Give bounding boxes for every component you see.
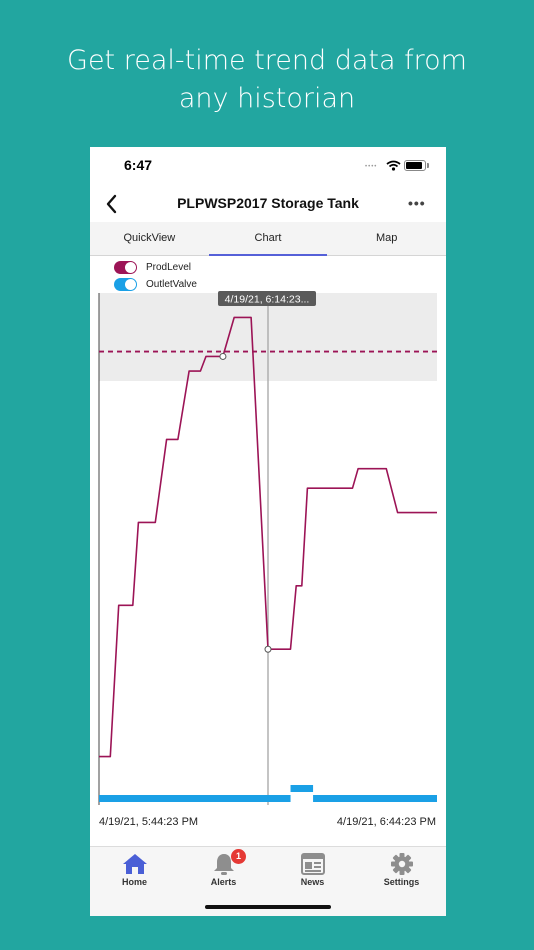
home-indicator	[205, 905, 331, 909]
alerts-badge: 1	[231, 849, 246, 864]
tab-settings[interactable]: Settings	[357, 847, 446, 916]
tab-chart[interactable]: Chart	[208, 222, 328, 256]
signal-icon: ••••	[365, 164, 378, 170]
legend-label-prodlevel: ProdLevel	[146, 262, 192, 273]
navbar: PLPWSP2017 Storage Tank •••	[90, 187, 446, 221]
phone-screen: 6:47 •••• PLPWSP2017 Storage Tank ••• Qu…	[90, 147, 446, 916]
status-time: 6:47	[124, 157, 153, 173]
tab-alerts-label: Alerts	[210, 877, 237, 887]
cursor-label: 4/19/21, 6:14:23...	[225, 294, 310, 306]
tab-home[interactable]: Home	[90, 847, 179, 916]
tab-home-label: Home	[121, 877, 147, 887]
tab-news-label: News	[300, 877, 325, 887]
prodlevel-point-peak[interactable]	[219, 352, 227, 360]
wifi-icon	[386, 160, 401, 171]
page-title: PLPWSP2017 Storage Tank	[177, 195, 359, 211]
headline-line-1: Get real-time trend data from	[67, 45, 467, 76]
prodlevel-point-low[interactable]	[264, 645, 272, 653]
trend-chart[interactable]: 4/19/21, 6:14:23...	[90, 287, 446, 847]
tab-bar-top: QuickView Chart Map	[90, 222, 446, 256]
more-options-icon[interactable]: •••	[408, 195, 426, 211]
home-icon	[122, 854, 147, 874]
tab-quickview[interactable]: QuickView	[90, 222, 209, 255]
outletvalve-segment	[313, 795, 437, 802]
prodlevel-toggle[interactable]	[114, 261, 137, 274]
legend-item-prodlevel: ProdLevel	[114, 259, 197, 276]
outletvalve-segment	[290, 785, 314, 792]
gear-icon	[390, 853, 413, 875]
x-axis-end-label: 4/19/21, 6:44:23 PM	[336, 816, 436, 828]
battery-tip	[427, 163, 429, 168]
headline-line-2: any historian	[178, 83, 356, 114]
tab-settings-label: Settings	[383, 877, 420, 887]
x-axis-start-label: 4/19/21, 5:44:23 PM	[99, 816, 199, 828]
newspaper-icon	[300, 853, 325, 875]
headline: Get real-time trend data from any histor…	[0, 42, 534, 118]
tab-map[interactable]: Map	[327, 222, 446, 255]
battery-icon	[404, 160, 426, 171]
outletvalve-segment	[99, 795, 291, 802]
status-bar: 6:47 ••••	[90, 147, 446, 187]
